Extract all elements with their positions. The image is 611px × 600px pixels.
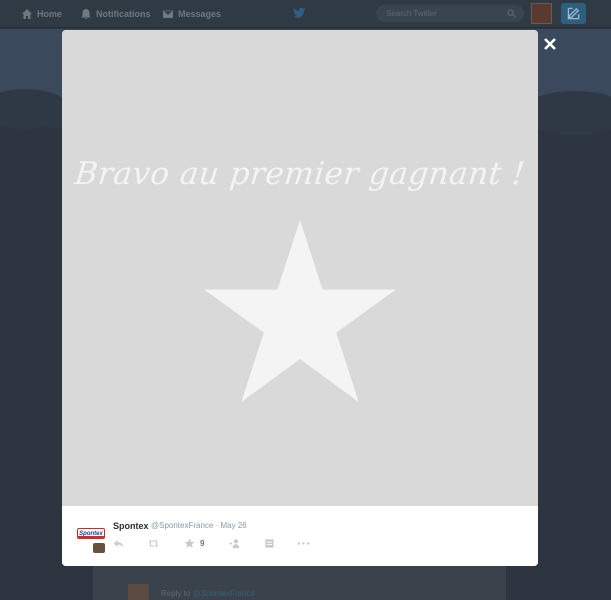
nav-messages-label: Messages: [178, 9, 222, 19]
nav-notifications[interactable]: Notifications: [80, 7, 151, 21]
tweet-media-image[interactable]: Bravo au premier gagnant !: [62, 30, 538, 506]
reply-prefix: Reply to: [161, 589, 191, 598]
more-button[interactable]: [297, 538, 310, 549]
favorite-count: 9: [200, 539, 205, 548]
star-icon: [204, 220, 396, 403]
compose-icon: [567, 7, 580, 20]
nav-messages[interactable]: Messages: [162, 7, 221, 21]
follow-icon: [229, 539, 240, 549]
tweet-details: Spontex Spontex @SpontexFrance · May 26 …: [62, 506, 538, 566]
close-icon: [544, 38, 556, 50]
compose-tweet-button[interactable]: [561, 3, 586, 24]
reply-box-avatar: [128, 584, 149, 600]
embed-button[interactable]: [264, 538, 275, 549]
tweet-author-name[interactable]: Spontex: [113, 521, 149, 531]
brand-avatar-logo[interactable]: Spontex: [77, 528, 105, 539]
home-icon: [22, 9, 32, 19]
user-avatar[interactable]: [531, 3, 552, 24]
search-input[interactable]: Search Twitter: [376, 5, 524, 22]
reply-mention[interactable]: @SpontexFrance: [193, 589, 255, 598]
media-caption: Bravo au premier gagnant !: [73, 156, 527, 192]
reply-button[interactable]: [113, 538, 124, 549]
favorite-star-icon: [184, 538, 195, 548]
more-dots-icon: [297, 542, 310, 545]
search-icon[interactable]: [507, 9, 516, 18]
retweet-icon: [148, 539, 159, 548]
top-navigation-bar: Home Notifications Messages Search Twitt…: [0, 0, 611, 28]
envelope-icon: [163, 10, 173, 18]
close-modal-button[interactable]: [542, 36, 558, 52]
search-placeholder: Search Twitter: [386, 9, 437, 18]
embed-icon: [265, 539, 274, 548]
tweet-handle-and-date[interactable]: @SpontexFrance · May 26: [151, 521, 247, 530]
mini-avatar: [93, 543, 105, 553]
twitter-logo[interactable]: [292, 6, 306, 20]
retweet-button[interactable]: [148, 538, 159, 549]
twitter-bird-icon: [293, 7, 306, 18]
follow-button[interactable]: [229, 538, 240, 549]
favorite-button[interactable]: 9: [184, 538, 204, 549]
media-modal: Bravo au premier gagnant ! Spontex Spont…: [62, 30, 538, 566]
nav-home[interactable]: Home: [21, 7, 62, 21]
bell-icon: [81, 9, 91, 19]
timeline-column-background: [93, 566, 506, 600]
nav-home-label: Home: [37, 9, 63, 19]
reply-box[interactable]: Reply to @SpontexFrance: [161, 589, 255, 598]
nav-notifications-label: Notifications: [96, 9, 151, 19]
reply-icon: [113, 539, 124, 548]
